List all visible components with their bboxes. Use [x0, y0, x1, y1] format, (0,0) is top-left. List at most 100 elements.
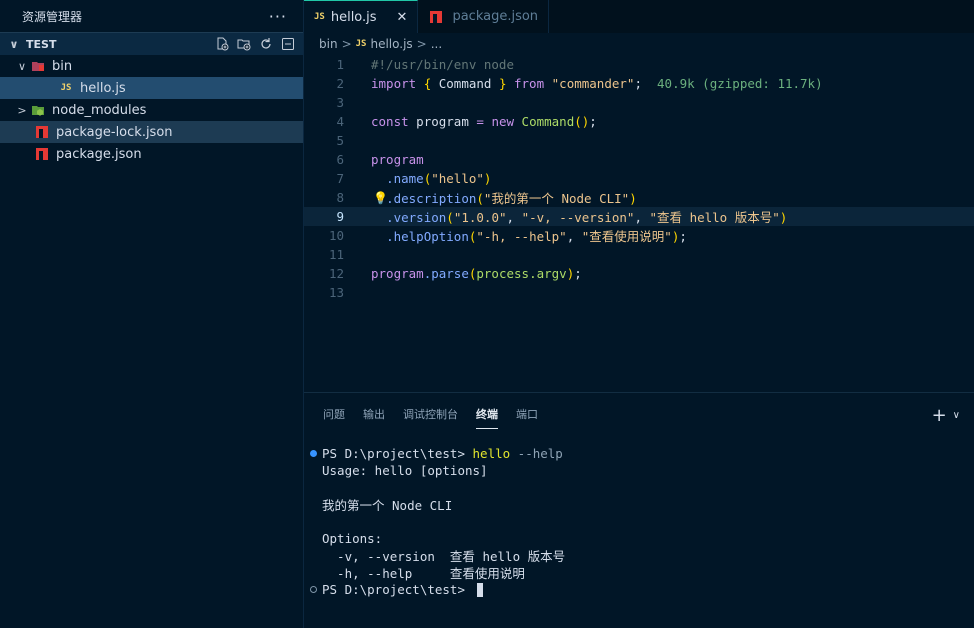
code-line: 4 const program = new Command();: [304, 112, 974, 131]
line-number: 11: [328, 247, 344, 262]
terminal-line: 我的第一个 Node CLI: [322, 498, 453, 513]
code-token: "我的第一个 Node CLI": [483, 191, 630, 206]
code-line: 8 💡 .description("我的第一个 Node CLI"): [304, 188, 974, 207]
new-folder-icon[interactable]: [237, 37, 251, 51]
breadcrumb-more[interactable]: ...: [431, 37, 442, 51]
tab-label: 输出: [363, 408, 385, 421]
terminal-argument: --help: [510, 446, 563, 461]
terminal-line: PS D:\project\test> hello --help: [310, 445, 974, 462]
line-number: 6: [336, 152, 344, 167]
code-line: 6 program: [304, 150, 974, 169]
code-token: =: [476, 114, 492, 129]
code-token: .name: [386, 171, 424, 186]
lightbulb-icon[interactable]: 💡: [373, 191, 388, 205]
terminal-line: PS D:\project\test>: [310, 581, 974, 598]
tree-folder-bin[interactable]: ∨ bin: [0, 55, 303, 77]
folder-bin-icon: [30, 58, 46, 74]
code-editor[interactable]: 1 #!/usr/bin/env node 2 import { Command }…: [304, 55, 974, 302]
tree-file-package-lock[interactable]: package-lock.json: [0, 121, 303, 143]
tree-label: hello.js: [80, 80, 126, 96]
tab-label: package.json: [452, 9, 539, 24]
terminal-line: -h, --help 查看使用说明: [322, 566, 525, 581]
code-token: .helpOption: [386, 229, 469, 244]
tab-label: 调试控制台: [403, 408, 458, 421]
terminal-line: -v, --version 查看 hello 版本号: [322, 549, 566, 564]
code-token: (): [574, 114, 590, 129]
panel-tabs: 问题 输出 调试控制台 终端 端口: [304, 393, 974, 435]
tab-label: 终端: [476, 399, 498, 429]
editor-tabs: JS hello.js ✕ package.json: [304, 0, 974, 33]
tab-hello-js[interactable]: JS hello.js ✕: [304, 0, 419, 33]
line-number: 10: [328, 228, 344, 243]
refresh-icon[interactable]: [259, 37, 273, 51]
code-line-current: 9 .version("1.0.0", "-v, --version", "查看…: [304, 207, 974, 226]
tab-debug-console[interactable]: 调试控制台: [394, 393, 467, 435]
npm-icon: [34, 146, 50, 162]
code-token: ;: [589, 114, 597, 129]
line-number: 3: [336, 95, 344, 110]
code-token: "查看 hello 版本号": [649, 210, 780, 225]
tree-label: bin: [52, 58, 73, 74]
new-file-icon[interactable]: [215, 37, 229, 51]
npm-icon: [428, 9, 444, 25]
tree-label: package.json: [56, 146, 142, 162]
code-line: 7 .name("hello"): [304, 169, 974, 188]
workspace-section-header[interactable]: ∨ TEST: [0, 32, 303, 55]
explorer-header: 资源管理器 ···: [0, 0, 303, 32]
close-icon[interactable]: ✕: [397, 10, 408, 25]
collapse-all-icon[interactable]: [281, 37, 295, 51]
chevron-down-icon: ∨: [9, 37, 19, 51]
code-line: 5: [304, 131, 974, 150]
import-cost-annotation: 40.9k (gzipped: 11.7k): [657, 76, 823, 91]
tree-folder-node-modules[interactable]: > node_modules: [0, 99, 303, 121]
code-token: .description: [386, 191, 477, 206]
code-token: "hello": [431, 171, 484, 186]
terminal-command: hello: [472, 446, 511, 461]
code-token: program: [408, 114, 477, 129]
tab-terminal[interactable]: 终端: [467, 393, 507, 435]
tab-label: 端口: [516, 408, 538, 421]
js-file-icon: JS: [314, 12, 325, 22]
workspace-name: TEST: [26, 37, 57, 51]
js-file-icon: JS: [355, 39, 367, 49]
tab-output[interactable]: 输出: [354, 393, 394, 435]
tab-package-json[interactable]: package.json: [418, 0, 550, 33]
line-number: 2: [336, 76, 344, 91]
code-line: 2 import { Command } from "commander"; 40…: [304, 74, 974, 93]
command-decoration-icon[interactable]: [310, 450, 317, 457]
code-token: .parse: [423, 266, 469, 281]
tree-label: package-lock.json: [56, 124, 173, 140]
code-token: new: [491, 114, 515, 129]
code-token: "-h, --help": [476, 229, 567, 244]
line-number: 7: [336, 171, 344, 186]
code-token: Command: [431, 76, 499, 91]
line-number: 5: [336, 133, 344, 148]
terminal-cursor: [476, 582, 483, 597]
tree-file-hello-js[interactable]: JS hello.js: [0, 77, 303, 99]
tab-ports[interactable]: 端口: [507, 393, 547, 435]
breadcrumb-file[interactable]: hello.js: [370, 37, 412, 51]
line-number: 4: [336, 114, 344, 129]
terminal-output[interactable]: PS D:\project\test> hello --help Usage: …: [304, 435, 974, 598]
chevron-down-icon[interactable]: ∨: [953, 410, 960, 421]
explorer-sidebar: 资源管理器 ··· ∨ TEST ∨ bin JS hello.js > nod…: [0, 0, 304, 628]
editor-area: JS hello.js ✕ package.json bin > JS hell…: [304, 0, 974, 392]
new-terminal-icon[interactable]: +: [932, 405, 947, 426]
tree-label: node_modules: [52, 102, 147, 118]
breadcrumb-folder[interactable]: bin: [319, 37, 338, 51]
js-file-icon: JS: [60, 83, 72, 93]
code-token: .version: [386, 210, 447, 225]
panel-actions: + ∨: [932, 405, 960, 426]
line-number: 9: [336, 209, 344, 224]
code-token: "1.0.0": [453, 210, 507, 225]
tab-label: hello.js: [330, 9, 377, 25]
command-decoration-icon[interactable]: [310, 586, 317, 593]
breadcrumb-separator: >: [341, 37, 352, 51]
code-token: process: [476, 266, 530, 281]
tree-file-package-json[interactable]: package.json: [0, 143, 303, 165]
terminal-prompt: PS D:\project\test>: [322, 582, 473, 597]
tab-problems[interactable]: 问题: [314, 393, 354, 435]
more-actions-icon[interactable]: ···: [269, 7, 287, 26]
